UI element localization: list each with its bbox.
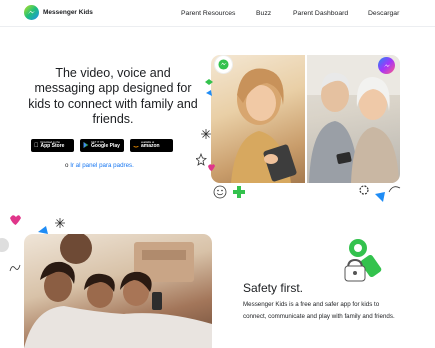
gear-arrow-sticker-icon — [359, 185, 401, 202]
messenger-kids-badge-icon — [215, 56, 232, 73]
sparkle-icon — [201, 129, 211, 139]
panel-prefix: o — [65, 162, 69, 169]
confetti-icon — [205, 79, 213, 96]
nav-parent-dashboard[interactable]: Parent Dashboard — [293, 10, 348, 17]
brand-logo[interactable]: Messenger Kids — [24, 5, 93, 20]
smiley-sticker-icon — [213, 185, 245, 199]
parent-panel-line: o Ir al panel para padres. — [65, 162, 134, 169]
store-name: Google Play — [91, 143, 120, 150]
safety-description: Messenger Kids is a free and safer app f… — [243, 301, 395, 320]
nav-buzz[interactable]: Buzz — [256, 10, 271, 17]
half-circle-sticker-icon — [0, 238, 9, 252]
girl-with-tablet-photo — [211, 55, 305, 183]
brand-name: Messenger Kids — [43, 9, 93, 16]
hero-heading: The video, voice and messaging app desig… — [28, 66, 198, 127]
squiggle-icon — [9, 264, 21, 272]
family-on-couch-photo — [24, 234, 212, 348]
messenger-kids-logo-icon — [24, 5, 39, 20]
google-play-button[interactable]: GET IT ON Google Play — [80, 139, 124, 152]
lock-key-sticker-icon — [344, 239, 382, 282]
play-icon — [83, 141, 89, 150]
parent-panel-link[interactable]: Ir al panel para padres. — [70, 162, 134, 169]
store-name: App Store — [36, 143, 65, 150]
apple-icon:  — [34, 143, 39, 149]
star-heart-sticker-icon — [196, 152, 215, 171]
grandparents-photo — [307, 55, 400, 183]
nav-parent-resources[interactable]: Parent Resources — [181, 10, 235, 17]
amazon-icon — [133, 142, 139, 150]
app-store-button[interactable]:  Download on the App Store — [31, 139, 74, 152]
top-navigation: Messenger Kids Parent Resources Buzz Par… — [0, 0, 435, 27]
amazon-button[interactable]: available at amazon — [130, 139, 173, 152]
nav-descargar[interactable]: Descargar — [368, 10, 399, 17]
messenger-badge-icon — [378, 57, 395, 74]
safety-heading: Safety first. — [243, 281, 304, 295]
store-name: amazon — [141, 143, 160, 150]
